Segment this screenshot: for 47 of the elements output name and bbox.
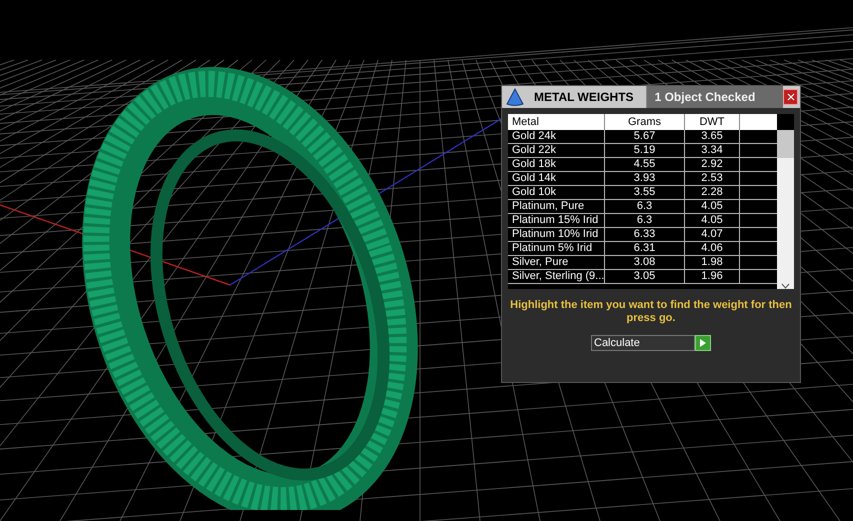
dialog-title: METAL WEIGHTS (534, 89, 634, 106)
table-cell: 4.55 (605, 158, 685, 171)
table-cell: 5.67 (605, 130, 685, 143)
table-cell: Silver, Sterling (9... (508, 270, 605, 283)
table-cell: Platinum 5% Irid (508, 242, 605, 255)
table-cell: 3.08 (605, 256, 685, 269)
table-cell: Silver, Pure (508, 256, 605, 269)
table-cell: Platinum, Pure (508, 200, 605, 213)
table-cell: 3.65 (685, 130, 740, 143)
table-cell: 6.33 (605, 228, 685, 241)
table-cell: 5.19 (605, 144, 685, 157)
table-cell: 3.55 (605, 186, 685, 199)
scrollbar-thumb[interactable] (777, 130, 794, 158)
calculate-field[interactable]: Calculate (591, 335, 695, 351)
table-cell: Gold 18k (508, 158, 605, 171)
table-cell: Gold 24k (508, 130, 605, 143)
table-cell: Gold 22k (508, 144, 605, 157)
go-button[interactable] (695, 335, 711, 351)
table-cell: 6.3 (605, 214, 685, 227)
close-button[interactable] (783, 89, 798, 105)
table-cell: 3.34 (685, 144, 740, 157)
table-cell: 3.93 (605, 172, 685, 185)
table-cell: Gold 10k (508, 186, 605, 199)
close-icon (786, 93, 794, 101)
scrollbar[interactable] (777, 130, 794, 289)
status-text: 1 Object Checked (646, 86, 783, 108)
column-header[interactable]: Grams (605, 114, 685, 130)
play-icon (700, 339, 706, 347)
instruction-text: Highlight the item you want to find the weight for then press go. (509, 299, 793, 325)
column-header[interactable]: Metal (508, 114, 605, 130)
table-cell: 4.05 (685, 200, 740, 213)
table-cell: 2.92 (685, 158, 740, 171)
table-cell: 1.96 (685, 270, 740, 283)
pyramid-icon (504, 87, 526, 107)
table-cell: 1.98 (685, 256, 740, 269)
table-cell: 6.31 (605, 242, 685, 255)
table-cell: 4.06 (685, 242, 740, 255)
table-cell: 2.53 (685, 172, 740, 185)
table-cell: 4.07 (685, 228, 740, 241)
table-cell: 3.05 (605, 270, 685, 283)
table-cell: 6.3 (605, 200, 685, 213)
scroll-down-icon[interactable] (781, 283, 790, 289)
table-cell: 4.05 (685, 214, 740, 227)
table-cell: Gold 14k (508, 172, 605, 185)
table-cell: 2.28 (685, 186, 740, 199)
table-cell: Platinum 15% Irid (508, 214, 605, 227)
table-cell: Platinum 10% Irid (508, 228, 605, 241)
